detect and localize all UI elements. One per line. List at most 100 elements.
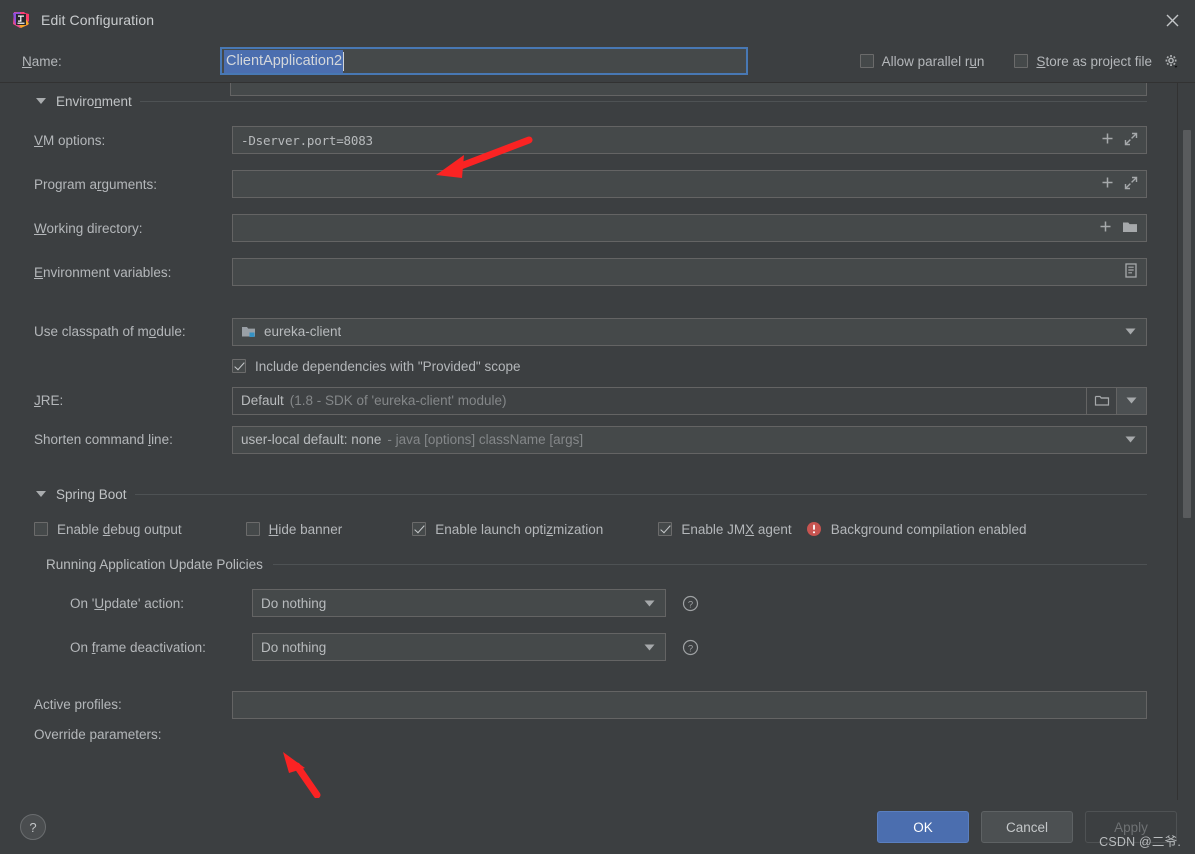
on-frame-deactivation-label: On frame deactivation: <box>70 639 206 655</box>
chevron-down-icon <box>36 491 46 497</box>
vm-options-row: VM options: -Dserver.port=8083 <box>0 118 1195 162</box>
include-dependencies-label: Include dependencies with "Provided" sco… <box>255 358 521 374</box>
dialog-button-bar: ? OK Cancel Apply CSDN @二爷. <box>0 800 1195 854</box>
include-dependencies-checkbox[interactable]: Include dependencies with "Provided" sco… <box>0 351 1195 381</box>
close-icon[interactable] <box>1149 0 1195 40</box>
active-profiles-input[interactable] <box>232 690 1147 719</box>
jre-hint: (1.8 - SDK of 'eureka-client' module) <box>289 393 507 408</box>
program-arguments-label: Program arguments: <box>34 176 158 192</box>
list-icon[interactable] <box>1124 263 1138 281</box>
cancel-button[interactable]: Cancel <box>981 811 1073 843</box>
plus-icon[interactable] <box>1101 132 1114 148</box>
jre-label: JRE: <box>34 393 64 408</box>
shorten-command-line-row: Shorten command line: user-local default… <box>0 420 1195 459</box>
section-divider <box>134 493 1147 495</box>
help-icon[interactable]: ? <box>682 639 699 656</box>
help-button[interactable]: ? <box>20 814 46 840</box>
watermark: CSDN @二爷. <box>1099 835 1181 849</box>
vm-options-value: -Dserver.port=8083 <box>241 132 373 148</box>
on-frame-deactivation-value: Do nothing <box>261 639 327 655</box>
vertical-scrollbar[interactable] <box>1182 83 1191 800</box>
help-icon[interactable]: ? <box>682 595 699 612</box>
checkbox-box <box>245 522 260 536</box>
working-directory-icons <box>1099 220 1146 237</box>
jre-browse-button[interactable] <box>1087 386 1117 415</box>
shorten-command-line-hint: - java [options] className [args] <box>387 432 584 447</box>
enable-launch-optimization-label: Enable launch optizmization <box>435 521 604 537</box>
ok-button[interactable]: OK <box>877 811 969 843</box>
name-label: Name: <box>22 53 62 69</box>
chevron-down-icon[interactable] <box>1125 436 1146 443</box>
intellij-idea-logo-icon <box>12 11 30 29</box>
shorten-command-line-value: user-local default: none <box>241 432 382 447</box>
folder-icon[interactable] <box>1122 220 1138 237</box>
name-input[interactable]: ClientApplication2 <box>220 47 748 75</box>
environment-variables-input[interactable] <box>232 258 1147 286</box>
expand-icon[interactable] <box>1124 132 1138 149</box>
svg-text:?: ? <box>688 599 693 610</box>
enable-debug-output-checkbox[interactable]: Enable debug output <box>34 522 182 537</box>
classpath-module-row: Use classpath of module: eureka-client <box>0 312 1195 351</box>
program-arguments-icons <box>1101 176 1146 193</box>
top-right-options: Allow parallel run Store as project file <box>859 40 1179 82</box>
environment-variables-label: Environment variables: <box>34 264 172 280</box>
error-icon <box>806 521 822 537</box>
override-parameters-row: Override parameters: <box>0 724 1195 744</box>
plus-icon[interactable] <box>1101 176 1114 192</box>
chevron-down-icon <box>36 98 46 104</box>
on-update-action-combo[interactable]: Do nothing <box>252 589 666 617</box>
jre-combo[interactable]: Default (1.8 - SDK of 'eureka-client' mo… <box>232 386 1087 415</box>
spring-boot-section-header[interactable]: Spring Boot <box>0 477 1195 511</box>
plus-icon[interactable] <box>1099 220 1112 236</box>
settings-content: Environment VM options: -Dserver.port=80… <box>0 83 1195 744</box>
program-arguments-input[interactable] <box>232 170 1147 198</box>
name-row: Name: ClientApplication2 Allow parallel … <box>0 40 1195 82</box>
scrollbar-thumb[interactable] <box>1183 130 1191 518</box>
chevron-down-icon[interactable] <box>644 644 665 651</box>
edit-configuration-dialog: Edit Configuration Name: ClientApplicati… <box>0 0 1195 854</box>
expand-icon[interactable] <box>1124 176 1138 193</box>
gear-icon[interactable] <box>1164 54 1179 69</box>
shorten-command-line-combo[interactable]: user-local default: none - java [options… <box>232 425 1147 454</box>
checkbox-box <box>859 54 874 68</box>
classpath-module-value: eureka-client <box>264 324 342 339</box>
enable-jmx-agent-checkbox[interactable]: Enable JMX agent <box>658 522 792 537</box>
module-icon <box>241 325 256 339</box>
working-directory-input[interactable] <box>232 214 1147 242</box>
settings-scroll-area: Environment VM options: -Dserver.port=80… <box>0 82 1195 800</box>
vm-options-label: VM options: <box>34 132 106 148</box>
dialog-title: Edit Configuration <box>41 12 155 28</box>
on-update-action-value: Do nothing <box>261 595 327 611</box>
enable-launch-optimization-checkbox[interactable]: Enable launch optizmization <box>412 522 603 537</box>
environment-variables-row: Environment variables: <box>0 250 1195 294</box>
working-directory-row: Working directory: <box>0 206 1195 250</box>
store-as-project-file-label: Store as project file <box>1036 53 1152 69</box>
allow-parallel-run-checkbox[interactable]: Allow parallel run <box>859 53 985 69</box>
svg-text:?: ? <box>688 643 693 654</box>
on-update-action-row: On 'Update' action: Do nothing ? <box>0 581 1195 625</box>
checkbox-box <box>34 522 48 536</box>
environment-variables-icons <box>1124 263 1146 281</box>
chevron-down-icon[interactable] <box>644 600 665 607</box>
allow-parallel-run-label: Allow parallel run <box>881 53 985 69</box>
update-policies-subsection-header: Running Application Update Policies <box>0 547 1195 581</box>
jre-dropdown-button[interactable] <box>1117 386 1147 415</box>
override-parameters-label: Override parameters: <box>34 726 162 742</box>
hide-banner-checkbox[interactable]: Hide banner <box>245 521 343 537</box>
clipped-field[interactable] <box>230 83 1147 96</box>
checkbox-box <box>1014 54 1029 68</box>
spring-boot-section-title: Spring Boot <box>56 486 127 502</box>
classpath-module-combo[interactable]: eureka-client <box>232 317 1147 346</box>
active-profiles-label: Active profiles: <box>34 697 122 712</box>
hide-banner-label: Hide banner <box>268 521 343 537</box>
classpath-module-label: Use classpath of module: <box>34 324 186 339</box>
on-update-action-label: On 'Update' action: <box>70 595 184 611</box>
working-directory-label: Working directory: <box>34 220 143 236</box>
active-profiles-row: Active profiles: <box>0 685 1195 724</box>
store-as-project-file-checkbox[interactable]: Store as project file <box>1014 54 1179 69</box>
vm-options-input[interactable]: -Dserver.port=8083 <box>232 126 1147 154</box>
on-frame-deactivation-combo[interactable]: Do nothing <box>252 633 666 661</box>
environment-section-title: Environment <box>56 93 132 109</box>
scroll-divider <box>1177 83 1178 800</box>
chevron-down-icon[interactable] <box>1125 328 1146 335</box>
